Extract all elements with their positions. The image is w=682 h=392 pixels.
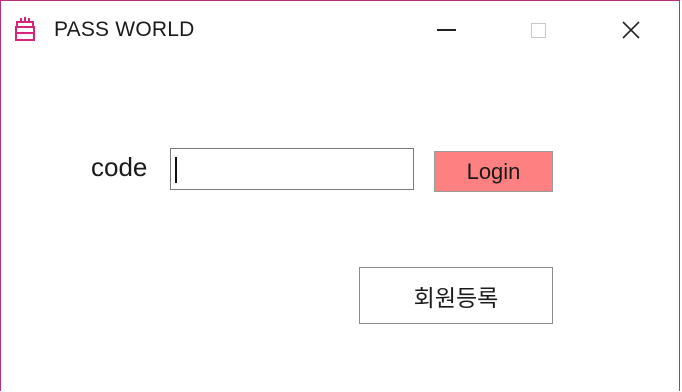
code-label: code	[91, 152, 148, 182]
window-title: PASS WORLD	[54, 18, 195, 41]
maximize-button[interactable]	[493, 1, 583, 59]
title-bar[interactable]: PASS WORLD	[1, 1, 679, 59]
cake-icon	[13, 16, 37, 42]
close-icon	[622, 21, 640, 39]
text-caret	[175, 157, 177, 183]
close-button[interactable]	[586, 1, 676, 59]
app-window: PASS WORLD code Login 회원등록	[0, 0, 680, 391]
login-button[interactable]: Login	[434, 151, 553, 192]
minimize-button[interactable]	[401, 1, 491, 59]
code-input[interactable]	[170, 148, 414, 190]
maximize-icon	[530, 22, 546, 38]
register-button[interactable]: 회원등록	[359, 267, 553, 324]
minimize-icon	[436, 29, 456, 31]
